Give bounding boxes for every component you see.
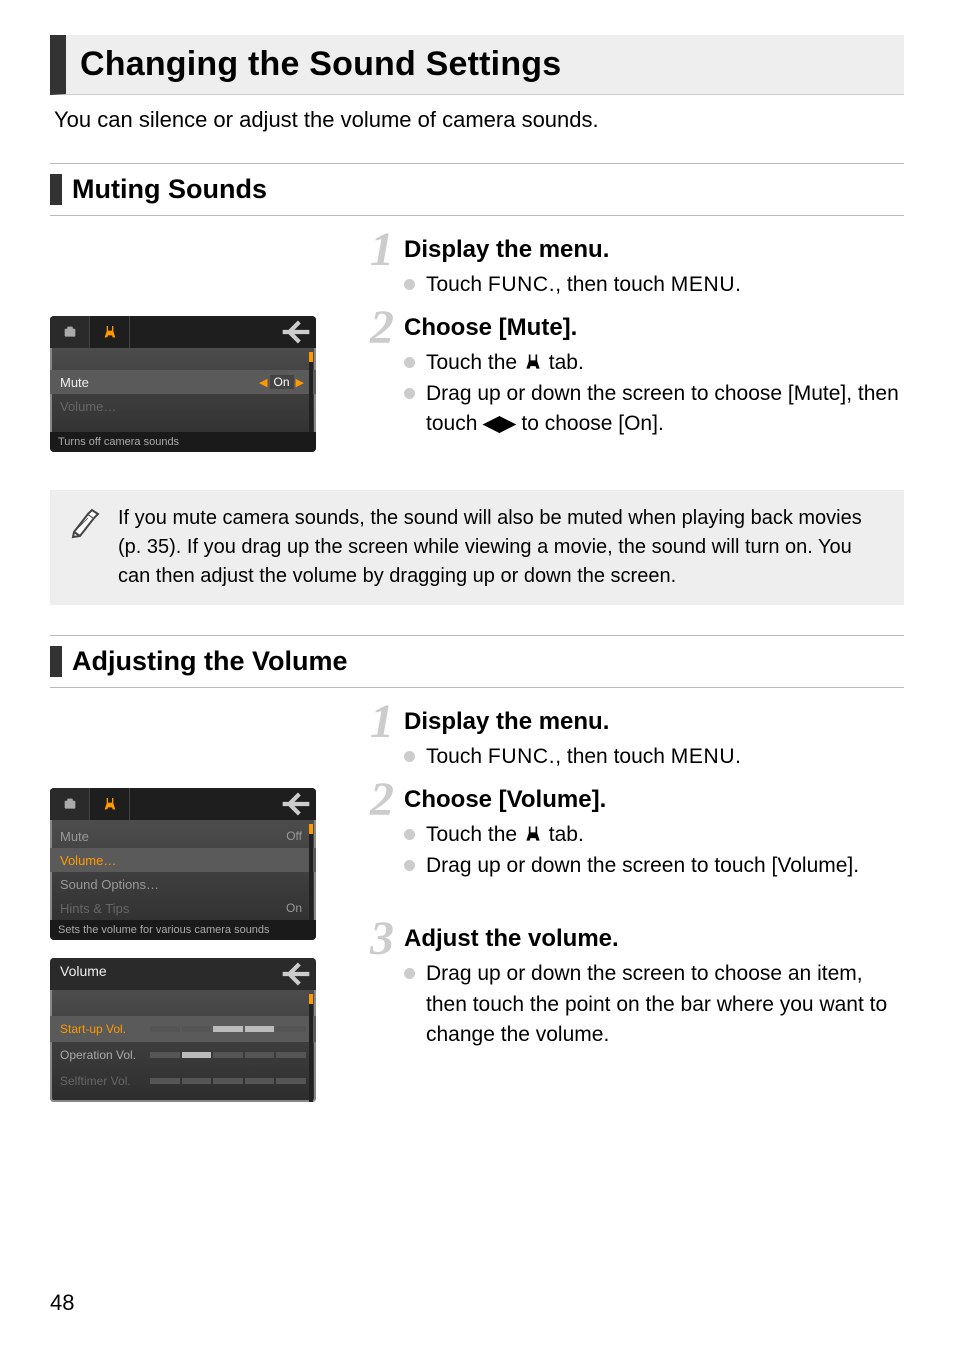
note-pencil-icon: [68, 504, 104, 540]
menu-hint: Turns off camera sounds: [50, 432, 316, 452]
screenshot-mute-menu: Mute ◀ On ▶ Volume… Turns off camera sou…: [50, 316, 316, 452]
step-2-line-2: Drag up or down the screen to choose [Mu…: [404, 379, 904, 440]
note-box: If you mute camera sounds, the sound wil…: [50, 490, 904, 605]
menu-label: MENU: [671, 273, 735, 296]
step-2-line-1: Touch the tab.: [404, 820, 904, 850]
menu-row-volume: Volume…: [50, 394, 316, 418]
step-2-choose-mute: 2 Choose [Mute]. Touch the tab. Drag up …: [370, 314, 904, 439]
vol-row-operation: Operation Vol.: [50, 1042, 316, 1068]
step-2-title: Choose [Mute].: [404, 314, 904, 342]
section-muting-heading: Muting Sounds: [50, 174, 904, 205]
tools-icon: [523, 820, 543, 850]
page-number: 48: [50, 1290, 904, 1316]
step-1-title: Display the menu.: [404, 236, 904, 264]
menu-hint: Sets the volume for various camera sound…: [50, 920, 316, 940]
tools-tab-icon: [90, 316, 130, 348]
back-icon: [276, 958, 316, 990]
section-muting-bar: Muting Sounds: [50, 163, 904, 216]
step-number-2: 2: [370, 300, 394, 355]
step-3-title: Adjust the volume.: [404, 925, 904, 953]
menu-row-mute: Mute ◀ On ▶: [50, 370, 316, 394]
step-1-line: Touch FUNC., then touch MENU.: [404, 742, 904, 772]
page-title: Changing the Sound Settings: [80, 45, 890, 84]
menu-row-hints: Hints & Tips On: [50, 896, 316, 920]
menu-label: MENU: [671, 745, 735, 768]
step-2-choose-volume: 2 Choose [Volume]. Touch the tab. Drag u…: [370, 786, 904, 881]
step-1-title: Display the menu.: [404, 708, 904, 736]
step-1-line: Touch FUNC., then touch MENU.: [404, 270, 904, 300]
left-right-arrows-icon: ◀▶: [483, 409, 515, 439]
menu-row-volume: Volume…: [50, 848, 316, 872]
camera-tab-icon: [50, 788, 90, 820]
step-2-line-1: Touch the tab.: [404, 348, 904, 378]
menu-row-mute: Mute Off: [50, 824, 316, 848]
step-3-adjust-volume: 3 Adjust the volume. Drag up or down the…: [370, 925, 904, 1050]
tools-tab-icon: [90, 788, 130, 820]
step-1-display-menu: 1 Display the menu. Touch FUNC., then to…: [370, 236, 904, 300]
intro-text: You can silence or adjust the volume of …: [54, 107, 900, 133]
step-number-1: 1: [370, 222, 394, 277]
back-icon: [276, 788, 316, 820]
func-label: FUNC.: [488, 745, 555, 768]
func-label: FUNC.: [488, 273, 555, 296]
section-volume-heading: Adjusting the Volume: [50, 646, 904, 677]
section-volume-bar: Adjusting the Volume: [50, 635, 904, 688]
screenshot-volume-menu: Mute Off Volume… Sound Options… Hints & …: [50, 788, 316, 940]
back-icon: [276, 316, 316, 348]
step-3-line: Drag up or down the screen to choose an …: [404, 959, 904, 1050]
camera-tab-icon: [50, 316, 90, 348]
step-1-display-menu-vol: 1 Display the menu. Touch FUNC., then to…: [370, 708, 904, 772]
screenshot-volume-adjust: Volume Start-up Vol. Operation Vol.: [50, 958, 316, 1102]
step-number-2: 2: [370, 772, 394, 827]
step-2-line-2: Drag up or down the screen to touch [Vol…: [404, 851, 904, 881]
tools-icon: [523, 348, 543, 378]
note-text: If you mute camera sounds, the sound wil…: [118, 504, 886, 591]
vol-row-selftimer: Selftimer Vol.: [50, 1068, 316, 1094]
step-2-title: Choose [Volume].: [404, 786, 904, 814]
step-number-1: 1: [370, 694, 394, 749]
page-title-bar: Changing the Sound Settings: [50, 35, 904, 95]
menu-row-sound-options: Sound Options…: [50, 872, 316, 896]
step-number-3: 3: [370, 911, 394, 966]
vol-row-startup: Start-up Vol.: [50, 1016, 316, 1042]
volume-screen-title: Volume: [50, 958, 276, 984]
